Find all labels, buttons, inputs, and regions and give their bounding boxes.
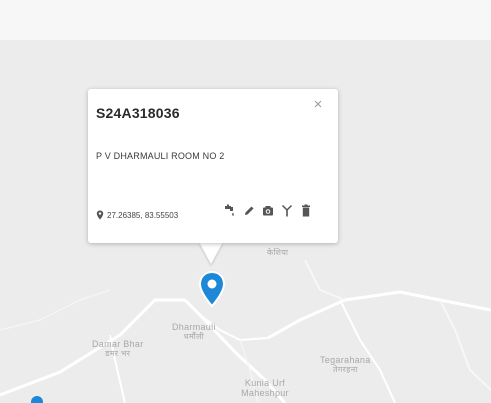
camera-icon [263,205,273,215]
water-tap-icon [225,204,234,216]
antenna-button[interactable] [281,203,293,217]
edit-button[interactable] [243,203,255,217]
water-tap-button[interactable] [224,203,236,217]
trash-icon [302,204,310,216]
place-label-kunia: Kunia Urf Maheshpur [241,378,289,398]
pencil-icon [245,206,254,215]
place-label-keshiya: केशिया [267,248,289,257]
delete-button[interactable] [300,203,312,217]
popup-address: P V DHARMAULI ROOM NO 2 [96,151,225,161]
antenna-icon [281,204,293,216]
partial-marker-icon[interactable] [31,396,43,403]
place-label-damar-bhar: Damar Bhar डमर भर [92,339,144,358]
coordinates-text: 27.26385, 83.55503 [107,210,179,220]
place-label-tegarahana: Tegarahana तेगरहना [320,355,371,374]
location-pin-icon [96,210,104,220]
map-canvas[interactable]: Damar Bhar डमर भर Dharmauli धर्मौली Tega… [0,0,491,403]
popup-pointer [199,242,223,264]
info-popup: S24A318036 × P V DHARMAULI ROOM NO 2 27.… [88,89,338,243]
close-button[interactable]: × [310,97,326,113]
map-marker-icon[interactable] [197,270,227,310]
popup-actions [224,203,312,217]
coordinates-row: 27.26385, 83.55503 [96,210,178,220]
camera-button[interactable] [262,203,274,217]
popup-title: S24A318036 [96,105,180,121]
place-label-dharmauli: Dharmauli धर्मौली [172,322,216,341]
